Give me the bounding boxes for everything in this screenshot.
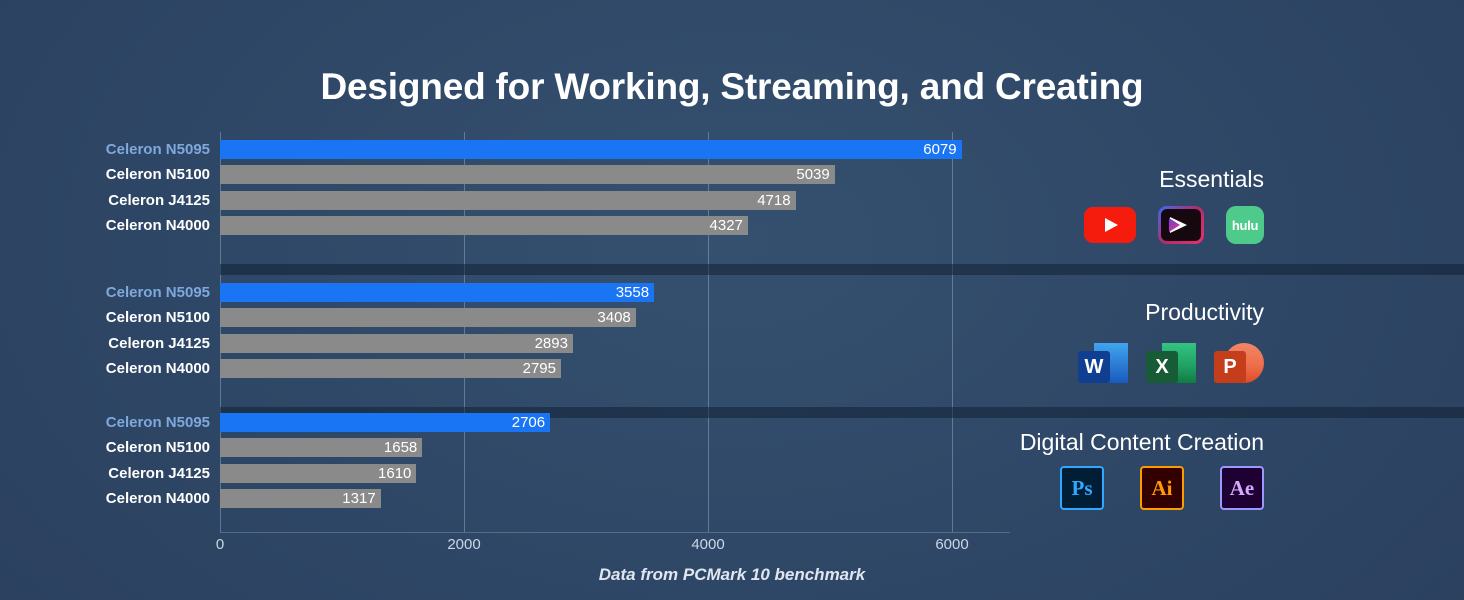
y-axis-label: Celeron N4000: [105, 217, 210, 235]
x-tick-label: 6000: [935, 536, 969, 553]
bar-value-label: 6079: [923, 141, 957, 158]
hulu-icon-label: hulu: [1226, 206, 1264, 244]
bar-value-label: 2795: [522, 360, 556, 378]
bar-row: 3558: [220, 283, 1224, 302]
page-title: Designed for Working, Streaming, and Cre…: [320, 66, 1144, 107]
photoshop-icon-label: Ps: [1071, 475, 1093, 500]
chart-canvas: Designed for Working, Streaming, and Cre…: [0, 0, 1464, 600]
bar-row: 6079: [220, 140, 1224, 159]
y-axis-label: Celeron J4125: [108, 334, 210, 352]
x-axis-line: [220, 532, 1010, 533]
microsoft-excel-icon[interactable]: X: [1146, 339, 1196, 387]
icon-row-productivity: W X P: [1078, 339, 1264, 387]
bar-value-label: 3408: [597, 309, 631, 327]
bar-row: 2893: [220, 333, 1224, 353]
bar-row: 3408: [220, 308, 1224, 328]
bar-row: 4327: [220, 216, 1224, 236]
prime-video-icon[interactable]: [1158, 206, 1204, 244]
y-axis-label: Celeron N4000: [105, 490, 210, 508]
x-tick-label: 4000: [691, 536, 725, 553]
word-icon-letter: W: [1078, 351, 1110, 383]
x-tick-label: 2000: [447, 536, 481, 553]
youtube-icon[interactable]: [1084, 207, 1136, 243]
y-axis-label: Celeron N5100: [105, 309, 210, 327]
y-axis-label: Celeron N5100: [105, 166, 210, 184]
y-axis-label: Celeron N5095: [105, 141, 210, 158]
category-title-essentials: Essentials: [1159, 166, 1264, 192]
adobe-after-effects-icon[interactable]: Ae: [1220, 466, 1264, 510]
bar-value-label: 5039: [796, 166, 830, 184]
excel-icon-letter: X: [1146, 351, 1178, 383]
bar-value-label: 4327: [709, 217, 743, 235]
bar-row: 5039: [220, 165, 1224, 185]
bar-row: 2795: [220, 359, 1224, 379]
adobe-photoshop-icon[interactable]: Ps: [1060, 466, 1104, 510]
microsoft-powerpoint-icon[interactable]: P: [1214, 339, 1264, 387]
icon-row-essentials: hulu: [1084, 206, 1264, 244]
bar-value-label: 2706: [511, 414, 546, 431]
bar-value-label: 1610: [378, 464, 412, 482]
bar-value-label: 4718: [757, 191, 791, 209]
category-title-productivity: Productivity: [1145, 299, 1264, 325]
y-axis-label: Celeron J4125: [108, 191, 210, 209]
bar-value-label: 1317: [342, 490, 376, 508]
y-axis-label: Celeron N5100: [105, 439, 210, 457]
y-axis-label: Celeron N5095: [105, 414, 210, 431]
powerpoint-icon-letter: P: [1214, 351, 1246, 383]
y-axis-label: Celeron J4125: [108, 464, 210, 482]
y-axis-label: Celeron N4000: [105, 360, 210, 378]
x-tick-label: 0: [215, 536, 225, 553]
bar-value-label: 2893: [534, 334, 568, 352]
y-axis-label: Celeron N5095: [105, 284, 210, 301]
chart-source-note: Data from PCMark 10 benchmark: [598, 565, 866, 584]
aftereffects-icon-label: Ae: [1229, 475, 1255, 500]
category-title-dcc: Digital Content Creation: [1019, 429, 1264, 455]
icon-row-dcc: Ps Ai Ae: [1060, 466, 1264, 510]
bar-value-label: 1658: [383, 439, 418, 457]
illustrator-icon-label: Ai: [1151, 475, 1173, 500]
bar-row: 4718: [220, 190, 1224, 210]
adobe-illustrator-icon[interactable]: Ai: [1140, 466, 1184, 510]
microsoft-word-icon[interactable]: W: [1078, 339, 1128, 387]
bar-value-label: 3558: [615, 284, 650, 301]
hulu-icon[interactable]: hulu: [1226, 206, 1264, 244]
